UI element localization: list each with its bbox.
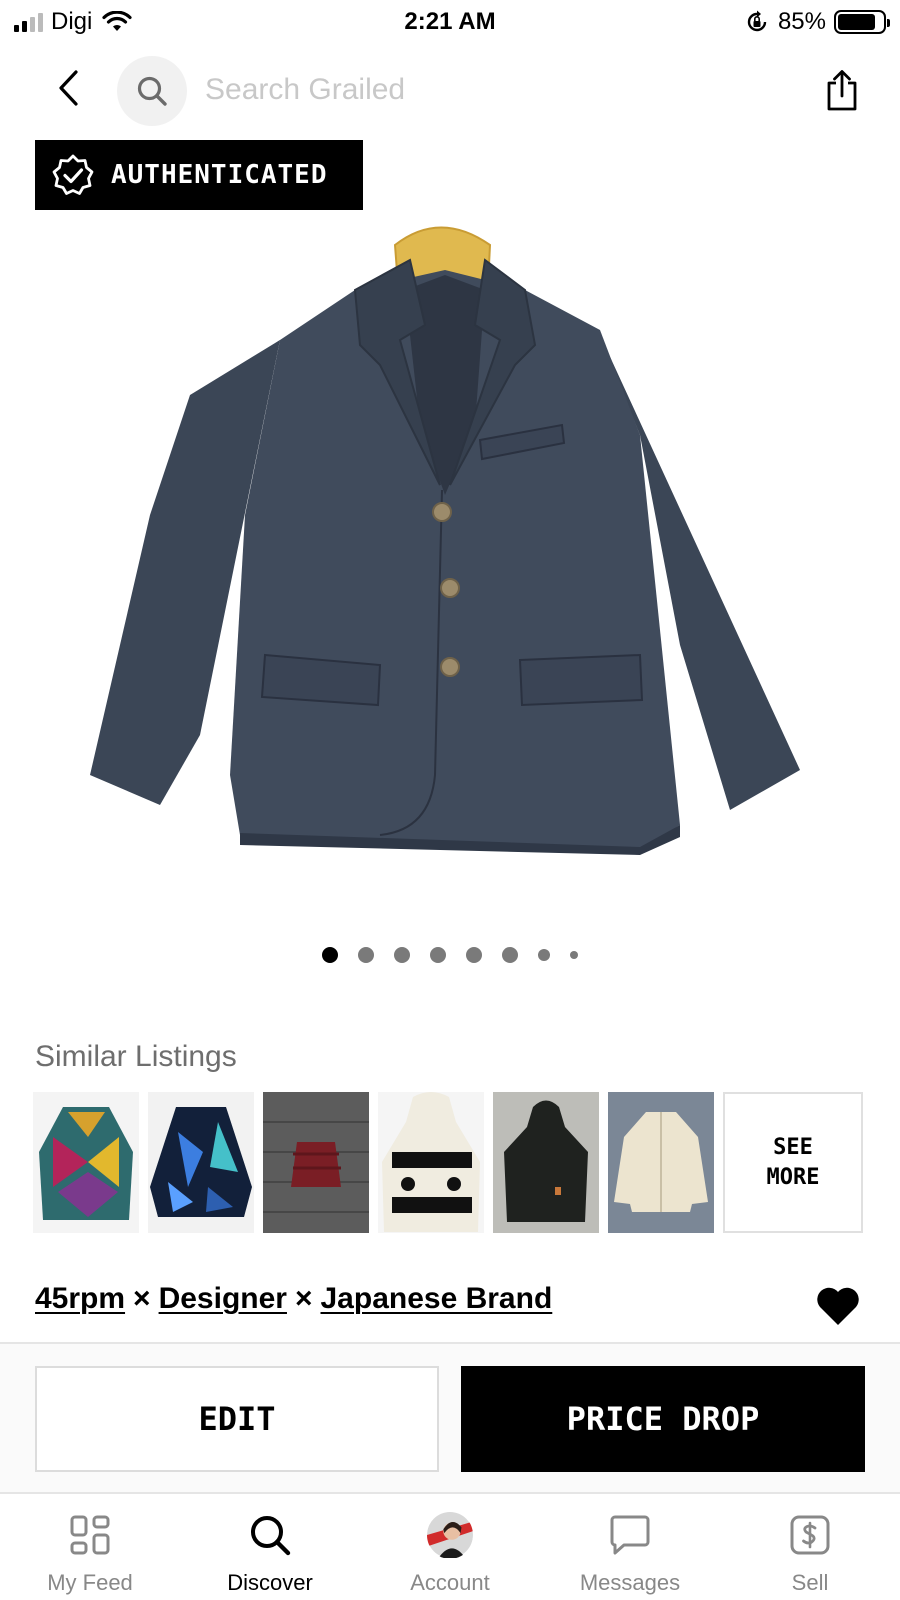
designer-link[interactable]: Designer	[159, 1282, 287, 1316]
tab-label: Messages	[579, 1570, 681, 1595]
carousel-dot[interactable]	[570, 951, 578, 959]
tab-label: Discover	[227, 1570, 313, 1595]
search-icon	[137, 76, 167, 106]
tab-my-feed[interactable]: My Feed	[0, 1494, 180, 1600]
similar-listing-thumbnail[interactable]	[493, 1092, 599, 1233]
tab-label: Sell	[791, 1570, 829, 1595]
designer-link[interactable]: Japanese Brand	[321, 1282, 553, 1316]
similar-listing-thumbnail[interactable]	[608, 1092, 714, 1233]
bottom-tab-bar: My Feed Discover Account Messages Sell	[0, 1492, 900, 1600]
designer-link[interactable]: 45rpm	[35, 1282, 125, 1316]
share-button[interactable]	[822, 66, 862, 114]
share-icon	[827, 70, 857, 111]
tab-label: My Feed	[47, 1570, 133, 1595]
dollar-tag-icon	[790, 1515, 830, 1555]
designer-links: 45rpm × Designer × Japanese Brand	[35, 1282, 552, 1316]
similar-listings-row: SEE MORE	[33, 1092, 863, 1233]
tab-messages[interactable]: Messages	[540, 1494, 720, 1600]
similar-listing-thumbnail[interactable]	[148, 1092, 254, 1233]
top-navigation	[0, 52, 900, 128]
back-button[interactable]	[48, 66, 88, 110]
feed-grid-icon	[70, 1515, 110, 1555]
designer-separator: ×	[294, 1282, 313, 1315]
similar-listings-title: Similar Listings	[35, 1040, 237, 1073]
badge-label: AUTHENTICATED	[111, 160, 328, 190]
tab-account[interactable]: Account	[360, 1494, 540, 1600]
battery-icon	[834, 10, 890, 34]
carousel-dot[interactable]	[430, 947, 446, 963]
carousel-dot[interactable]	[322, 947, 338, 963]
favorite-heart-icon[interactable]	[815, 1285, 861, 1327]
verified-check-icon	[52, 154, 94, 195]
carousel-dot[interactable]	[538, 949, 550, 961]
carousel-dot[interactable]	[358, 947, 374, 963]
similar-listing-thumbnail[interactable]	[378, 1092, 484, 1233]
carousel-dot[interactable]	[502, 947, 518, 963]
carousel-dot[interactable]	[466, 947, 482, 963]
similar-listing-thumbnail[interactable]	[33, 1092, 139, 1233]
chevron-left-icon	[59, 70, 78, 106]
battery-percent: 85%	[777, 8, 826, 35]
listing-action-bar: EDIT PRICE DROP	[0, 1342, 900, 1492]
edit-button[interactable]: EDIT	[35, 1366, 439, 1472]
chat-bubble-icon	[610, 1515, 650, 1555]
carousel-indicator[interactable]	[0, 947, 900, 963]
search-input[interactable]	[205, 70, 765, 110]
similar-listing-thumbnail[interactable]	[263, 1092, 369, 1233]
avatar	[427, 1512, 473, 1558]
orientation-lock-icon	[747, 10, 767, 32]
price-drop-button[interactable]: PRICE DROP	[461, 1366, 865, 1472]
status-bar: Digi 2:21 AM 85%	[0, 0, 900, 46]
search-button[interactable]	[117, 56, 187, 126]
carousel-dot[interactable]	[394, 947, 410, 963]
tab-sell[interactable]: Sell	[720, 1494, 900, 1600]
see-more-button[interactable]: SEE MORE	[723, 1092, 863, 1233]
designer-separator: ×	[133, 1282, 151, 1315]
tab-discover[interactable]: Discover	[180, 1494, 360, 1600]
search-icon	[251, 1516, 291, 1556]
product-image[interactable]	[80, 215, 820, 875]
authenticated-badge[interactable]: AUTHENTICATED	[35, 140, 363, 210]
tab-label: Account	[410, 1570, 490, 1595]
